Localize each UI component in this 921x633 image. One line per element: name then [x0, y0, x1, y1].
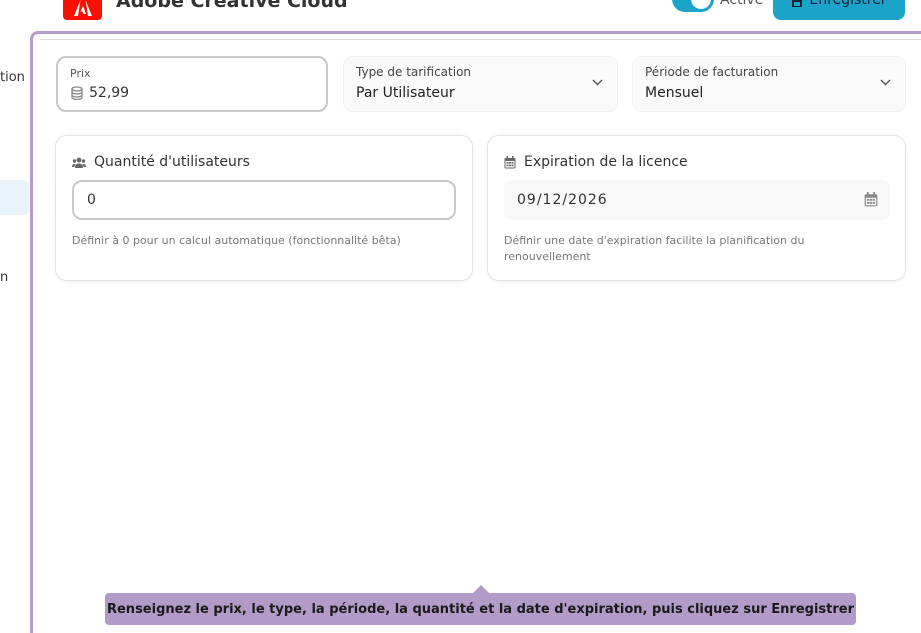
instruction-tooltip: Renseignez le prix, le type, la période,…: [105, 593, 856, 625]
toggle-knob: [691, 0, 711, 9]
license-expiration-title: Expiration de la licence: [524, 154, 688, 170]
pricing-type-value: Par Utilisateur: [356, 85, 455, 101]
tooltip-arrow: [473, 585, 489, 593]
save-button-label: Enregistrer: [809, 0, 887, 8]
user-quantity-card: Quantité d'utilisateurs 0 Définir à 0 po…: [55, 135, 473, 281]
save-button[interactable]: Enregistrer: [773, 0, 905, 20]
price-value[interactable]: 52,99: [89, 85, 129, 101]
expiration-date-input[interactable]: 09/12/2026: [504, 180, 890, 220]
user-quantity-help: Définir à 0 pour un calcul automatique (…: [72, 234, 401, 247]
chevron-down-icon: [880, 79, 891, 86]
sidebar-item-label[interactable]: n: [0, 270, 8, 285]
calendar-picker-icon[interactable]: [864, 192, 878, 207]
user-quantity-title: Quantité d'utilisateurs: [94, 154, 250, 170]
license-expiration-help: Définir une date d'expiration facilite l…: [504, 234, 805, 263]
adobe-logo-icon: [63, 0, 102, 20]
sidebar-item-active[interactable]: [0, 180, 29, 215]
calendar-icon: [504, 155, 516, 168]
pricing-panel: [30, 31, 921, 633]
sidebar: tion n: [0, 0, 30, 633]
chevron-down-icon: [592, 79, 603, 86]
pricing-type-select[interactable]: Type de tarification Par Utilisateur: [343, 56, 618, 112]
user-quantity-input[interactable]: 0: [72, 180, 456, 220]
active-toggle[interactable]: [672, 0, 714, 12]
active-toggle-label: Active: [720, 0, 764, 8]
coins-icon: [71, 86, 83, 100]
pricing-type-label: Type de tarification: [356, 65, 472, 79]
price-label: Prix: [70, 67, 91, 80]
billing-period-select[interactable]: Période de facturation Mensuel: [632, 56, 906, 112]
billing-period-label: Période de facturation: [645, 65, 779, 79]
divider: [40, 39, 921, 40]
billing-period-value: Mensuel: [645, 85, 704, 101]
price-field[interactable]: Prix 52,99: [56, 56, 328, 112]
expiration-date-value: 09/12/2026: [517, 192, 608, 208]
sidebar-item-label[interactable]: tion: [0, 70, 25, 85]
users-icon: [72, 157, 86, 168]
app-title: Adobe Creative Cloud: [116, 0, 348, 12]
license-expiration-card: Expiration de la licence 09/12/2026 Défi…: [487, 135, 906, 281]
save-icon: [792, 0, 803, 7]
